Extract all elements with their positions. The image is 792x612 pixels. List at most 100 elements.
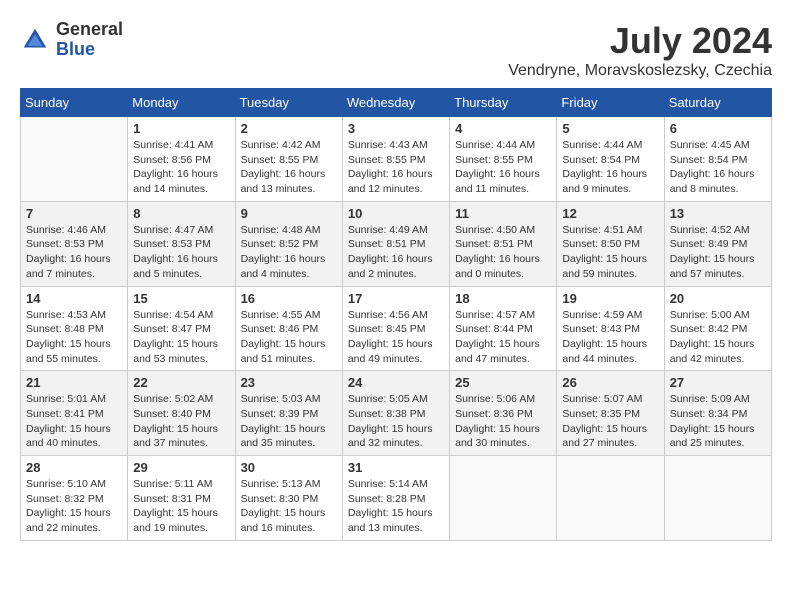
day-header-wednesday: Wednesday bbox=[342, 89, 449, 117]
day-info: Sunrise: 5:01 AMSunset: 8:41 PMDaylight:… bbox=[26, 392, 122, 451]
calendar-cell: 7 Sunrise: 4:46 AMSunset: 8:53 PMDaylight… bbox=[21, 201, 128, 286]
day-number: 1 bbox=[133, 121, 229, 136]
day-info: Sunrise: 4:42 AMSunset: 8:55 PMDaylight:… bbox=[241, 138, 337, 197]
calendar-cell bbox=[21, 117, 128, 202]
day-info: Sunrise: 4:44 AMSunset: 8:54 PMDaylight:… bbox=[562, 138, 658, 197]
day-info: Sunrise: 4:47 AMSunset: 8:53 PMDaylight:… bbox=[133, 223, 229, 282]
calendar-cell: 27Sunrise: 5:09 AMSunset: 8:34 PMDayligh… bbox=[664, 371, 771, 456]
calendar-cell: 20 Sunrise: 5:00 AMSunset: 8:42 PMDayligh… bbox=[664, 286, 771, 371]
calendar-cell: 9 Sunrise: 4:48 AMSunset: 8:52 PMDaylight… bbox=[235, 201, 342, 286]
calendar-cell bbox=[557, 456, 664, 541]
day-header-saturday: Saturday bbox=[664, 89, 771, 117]
calendar-cell: 2 Sunrise: 4:42 AMSunset: 8:55 PMDaylight… bbox=[235, 117, 342, 202]
calendar-cell: 30 Sunrise: 5:13 AMSunset: 8:30 PMDayligh… bbox=[235, 456, 342, 541]
day-number: 17 bbox=[348, 291, 444, 306]
logo-icon bbox=[20, 25, 50, 55]
location-text: Vendryne, Moravskoslezsky, Czechia bbox=[508, 62, 772, 80]
calendar-week-row: 28Sunrise: 5:10 AMSunset: 8:32 PMDayligh… bbox=[21, 456, 772, 541]
calendar-cell: 11 Sunrise: 4:50 AMSunset: 8:51 PMDayligh… bbox=[450, 201, 557, 286]
day-number: 10 bbox=[348, 206, 444, 221]
day-number: 23 bbox=[241, 375, 337, 390]
day-number: 29 bbox=[133, 460, 229, 475]
calendar-week-row: 7 Sunrise: 4:46 AMSunset: 8:53 PMDaylight… bbox=[21, 201, 772, 286]
month-year-title: July 2024 bbox=[508, 20, 772, 62]
logo: General Blue bbox=[20, 20, 123, 60]
day-number: 13 bbox=[670, 206, 766, 221]
day-number: 14 bbox=[26, 291, 122, 306]
day-header-tuesday: Tuesday bbox=[235, 89, 342, 117]
calendar-cell bbox=[450, 456, 557, 541]
day-info: Sunrise: 4:51 AMSunset: 8:50 PMDaylight:… bbox=[562, 223, 658, 282]
day-number: 28 bbox=[26, 460, 122, 475]
calendar-table: SundayMondayTuesdayWednesdayThursdayFrid… bbox=[20, 88, 772, 541]
calendar-cell: 6Sunrise: 4:45 AMSunset: 8:54 PMDaylight… bbox=[664, 117, 771, 202]
logo-blue-text: Blue bbox=[56, 40, 123, 60]
title-section: July 2024 Vendryne, Moravskoslezsky, Cze… bbox=[508, 20, 772, 80]
day-number: 22 bbox=[133, 375, 229, 390]
calendar-cell: 31 Sunrise: 5:14 AMSunset: 8:28 PMDayligh… bbox=[342, 456, 449, 541]
day-number: 24 bbox=[348, 375, 444, 390]
day-number: 31 bbox=[348, 460, 444, 475]
calendar-cell: 24 Sunrise: 5:05 AMSunset: 8:38 PMDayligh… bbox=[342, 371, 449, 456]
calendar-cell bbox=[664, 456, 771, 541]
calendar-week-row: 1 Sunrise: 4:41 AMSunset: 8:56 PMDaylight… bbox=[21, 117, 772, 202]
calendar-cell: 10 Sunrise: 4:49 AMSunset: 8:51 PMDayligh… bbox=[342, 201, 449, 286]
day-info: Sunrise: 4:50 AMSunset: 8:51 PMDaylight:… bbox=[455, 223, 551, 282]
day-number: 27 bbox=[670, 375, 766, 390]
day-info: Sunrise: 4:55 AMSunset: 8:46 PMDaylight:… bbox=[241, 308, 337, 367]
day-number: 8 bbox=[133, 206, 229, 221]
calendar-cell: 21 Sunrise: 5:01 AMSunset: 8:41 PMDayligh… bbox=[21, 371, 128, 456]
calendar-cell: 15Sunrise: 4:54 AMSunset: 8:47 PMDayligh… bbox=[128, 286, 235, 371]
day-number: 19 bbox=[562, 291, 658, 306]
day-number: 11 bbox=[455, 206, 551, 221]
page-header: General Blue July 2024 Vendryne, Moravsk… bbox=[20, 20, 772, 80]
day-number: 30 bbox=[241, 460, 337, 475]
day-info: Sunrise: 5:05 AMSunset: 8:38 PMDaylight:… bbox=[348, 392, 444, 451]
calendar-cell: 28Sunrise: 5:10 AMSunset: 8:32 PMDayligh… bbox=[21, 456, 128, 541]
calendar-cell: 16Sunrise: 4:55 AMSunset: 8:46 PMDayligh… bbox=[235, 286, 342, 371]
day-info: Sunrise: 5:07 AMSunset: 8:35 PMDaylight:… bbox=[562, 392, 658, 451]
day-header-thursday: Thursday bbox=[450, 89, 557, 117]
calendar-cell: 4Sunrise: 4:44 AMSunset: 8:55 PMDaylight… bbox=[450, 117, 557, 202]
day-number: 2 bbox=[241, 121, 337, 136]
day-info: Sunrise: 5:00 AMSunset: 8:42 PMDaylight:… bbox=[670, 308, 766, 367]
day-number: 26 bbox=[562, 375, 658, 390]
day-number: 12 bbox=[562, 206, 658, 221]
calendar-cell: 18 Sunrise: 4:57 AMSunset: 8:44 PMDayligh… bbox=[450, 286, 557, 371]
day-number: 21 bbox=[26, 375, 122, 390]
day-number: 18 bbox=[455, 291, 551, 306]
day-info: Sunrise: 4:41 AMSunset: 8:56 PMDaylight:… bbox=[133, 138, 229, 197]
day-number: 7 bbox=[26, 206, 122, 221]
calendar-cell: 19Sunrise: 4:59 AMSunset: 8:43 PMDayligh… bbox=[557, 286, 664, 371]
calendar-cell: 17 Sunrise: 4:56 AMSunset: 8:45 PMDayligh… bbox=[342, 286, 449, 371]
calendar-cell: 13 Sunrise: 4:52 AMSunset: 8:49 PMDayligh… bbox=[664, 201, 771, 286]
calendar-cell: 29Sunrise: 5:11 AMSunset: 8:31 PMDayligh… bbox=[128, 456, 235, 541]
calendar-cell: 22 Sunrise: 5:02 AMSunset: 8:40 PMDayligh… bbox=[128, 371, 235, 456]
day-number: 25 bbox=[455, 375, 551, 390]
day-info: Sunrise: 4:57 AMSunset: 8:44 PMDaylight:… bbox=[455, 308, 551, 367]
calendar-cell: 25Sunrise: 5:06 AMSunset: 8:36 PMDayligh… bbox=[450, 371, 557, 456]
logo-text: General Blue bbox=[56, 20, 123, 60]
day-info: Sunrise: 5:14 AMSunset: 8:28 PMDaylight:… bbox=[348, 477, 444, 536]
day-info: Sunrise: 4:45 AMSunset: 8:54 PMDaylight:… bbox=[670, 138, 766, 197]
day-info: Sunrise: 4:56 AMSunset: 8:45 PMDaylight:… bbox=[348, 308, 444, 367]
day-number: 5 bbox=[562, 121, 658, 136]
day-info: Sunrise: 4:49 AMSunset: 8:51 PMDaylight:… bbox=[348, 223, 444, 282]
day-number: 9 bbox=[241, 206, 337, 221]
day-header-friday: Friday bbox=[557, 89, 664, 117]
day-info: Sunrise: 5:13 AMSunset: 8:30 PMDaylight:… bbox=[241, 477, 337, 536]
day-info: Sunrise: 5:03 AMSunset: 8:39 PMDaylight:… bbox=[241, 392, 337, 451]
calendar-cell: 3 Sunrise: 4:43 AMSunset: 8:55 PMDaylight… bbox=[342, 117, 449, 202]
calendar-cell: 14Sunrise: 4:53 AMSunset: 8:48 PMDayligh… bbox=[21, 286, 128, 371]
logo-general-text: General bbox=[56, 20, 123, 40]
calendar-week-row: 21 Sunrise: 5:01 AMSunset: 8:41 PMDayligh… bbox=[21, 371, 772, 456]
day-info: Sunrise: 4:48 AMSunset: 8:52 PMDaylight:… bbox=[241, 223, 337, 282]
day-info: Sunrise: 4:52 AMSunset: 8:49 PMDaylight:… bbox=[670, 223, 766, 282]
day-info: Sunrise: 4:46 AMSunset: 8:53 PMDaylight:… bbox=[26, 223, 122, 282]
calendar-header-row: SundayMondayTuesdayWednesdayThursdayFrid… bbox=[21, 89, 772, 117]
day-info: Sunrise: 5:02 AMSunset: 8:40 PMDaylight:… bbox=[133, 392, 229, 451]
day-number: 3 bbox=[348, 121, 444, 136]
day-info: Sunrise: 4:43 AMSunset: 8:55 PMDaylight:… bbox=[348, 138, 444, 197]
day-number: 20 bbox=[670, 291, 766, 306]
day-number: 15 bbox=[133, 291, 229, 306]
